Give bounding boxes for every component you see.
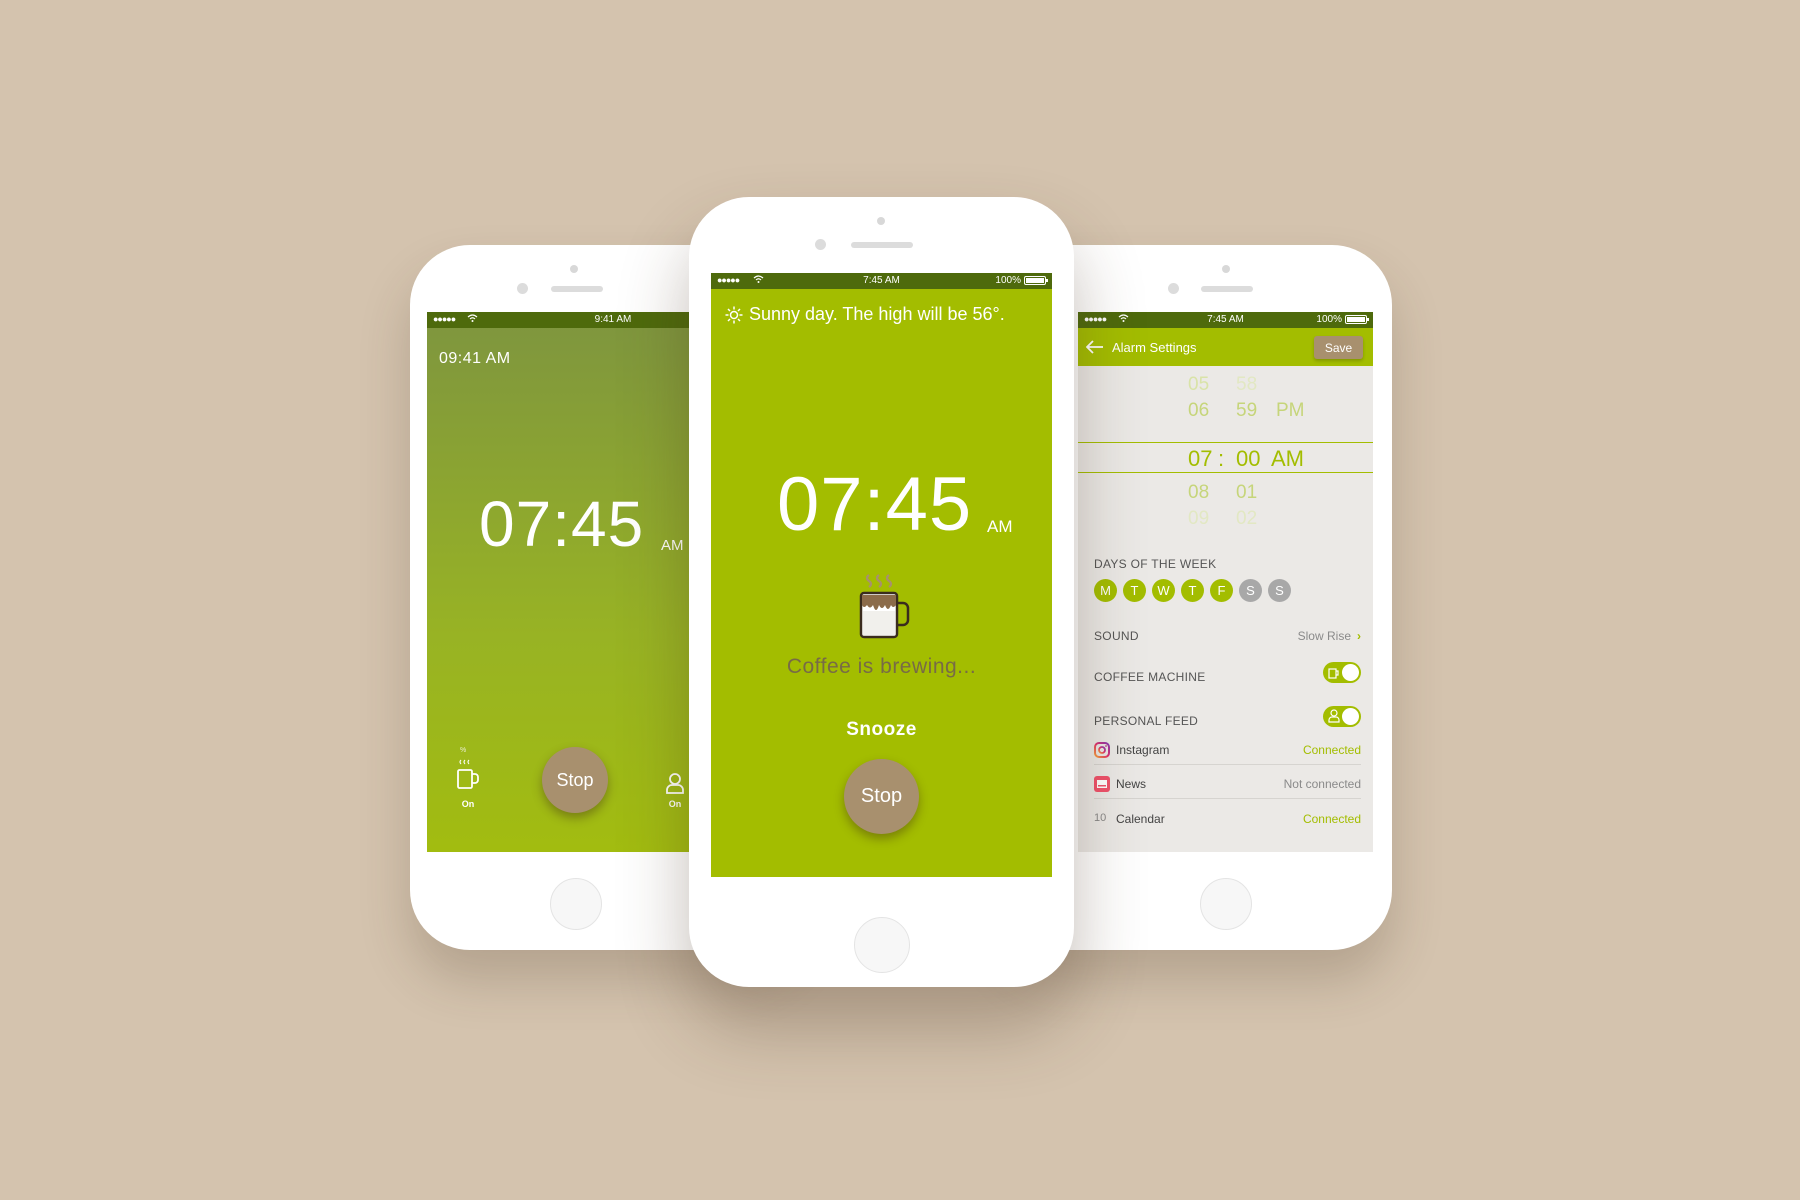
picker-minute: 02 <box>1236 508 1258 529</box>
alarm-time: 07:45 <box>777 462 973 547</box>
calendar-icon: 10 <box>1094 812 1107 824</box>
picker-selection-frame <box>1078 442 1373 473</box>
stop-button[interactable]: Stop <box>542 747 608 813</box>
instagram-icon <box>1094 742 1110 758</box>
save-button[interactable]: Save <box>1314 336 1363 359</box>
picker-ampm: PM <box>1276 400 1305 421</box>
picker-hour: 08 <box>1188 482 1210 503</box>
battery-icon <box>1024 276 1048 285</box>
picker-hour: 05 <box>1188 374 1210 395</box>
coffee-brewing-screen: ●●●●● 7:45 AM 100% Sunny day. The high w… <box>711 273 1052 877</box>
selected-ampm: AM <box>1271 446 1304 471</box>
earpiece-speaker <box>551 286 603 292</box>
day-toggle-saturday[interactable]: S <box>1239 579 1262 602</box>
day-toggle-friday[interactable]: F <box>1210 579 1233 602</box>
battery-indicator: 100% <box>1316 314 1369 325</box>
stop-button[interactable]: Stop <box>844 759 919 834</box>
home-button[interactable] <box>854 917 910 973</box>
camera-dot <box>877 217 885 225</box>
coffee-cup-icon <box>1328 665 1340 679</box>
phone-center: ●●●●● 7:45 AM 100% Sunny day. The high w… <box>689 197 1074 987</box>
feed-item-calendar[interactable]: 10 Calendar Connected <box>1094 804 1361 834</box>
front-camera <box>517 283 528 294</box>
front-camera <box>1168 283 1179 294</box>
selected-hour: 07 <box>1188 446 1213 471</box>
toggle-knob <box>1342 664 1359 681</box>
user-icon <box>1328 709 1340 723</box>
snooze-button[interactable]: Snooze <box>711 719 1052 741</box>
feed-status: Connected <box>1302 812 1361 826</box>
picker-minute: 01 <box>1236 482 1258 503</box>
battery-indicator: 100% <box>995 275 1048 286</box>
sound-setting[interactable]: Slow Rise › <box>1298 629 1361 643</box>
weather-banner: Sunny day. The high will be 56°. <box>725 304 1005 325</box>
back-arrow-icon[interactable] <box>1085 340 1104 354</box>
sound-value: Slow Rise <box>1297 629 1351 643</box>
picker-minute: 59 <box>1236 400 1258 421</box>
percent-mark: % <box>460 747 467 754</box>
brewing-status: Coffee is brewing... <box>786 655 977 678</box>
feed-name: News <box>1116 777 1147 791</box>
day-toggle-tuesday[interactable]: T <box>1123 579 1146 602</box>
personal-feed-toggle[interactable] <box>1323 706 1361 727</box>
alarm-ampm: AM <box>987 517 1013 536</box>
personal-feed-label: PERSONAL FEED <box>1094 714 1199 728</box>
camera-dot <box>1222 265 1230 273</box>
coffee-cup-icon[interactable] <box>455 758 481 794</box>
weather-text: Sunny day. The high will be 56°. <box>749 304 1005 324</box>
coffee-machine-label: COFFEE MACHINE <box>1094 670 1206 684</box>
settings-header: Alarm Settings Save <box>1078 328 1373 366</box>
earpiece-speaker <box>1201 286 1253 292</box>
picker-hour: 09 <box>1188 508 1210 529</box>
news-icon <box>1094 776 1110 792</box>
sound-label: SOUND <box>1094 629 1139 643</box>
battery-percent: 100% <box>1316 314 1342 325</box>
alarm-settings-screen: ●●●●● 7:45 AM 100% Alarm Settings Save 0… <box>1078 312 1373 852</box>
feed-item-news[interactable]: News Not connected <box>1094 769 1361 799</box>
feed-item-instagram[interactable]: Instagram Connected <box>1094 735 1361 765</box>
feed-name: Instagram <box>1116 743 1170 757</box>
picker-minute: 58 <box>1236 374 1258 395</box>
chevron-right-icon: › <box>1357 629 1361 643</box>
selected-minute: 00 <box>1236 446 1261 471</box>
front-camera <box>815 239 826 250</box>
user-icon[interactable] <box>665 772 685 794</box>
selected-separator: : <box>1218 446 1225 471</box>
day-toggle-wednesday[interactable]: W <box>1152 579 1175 602</box>
current-time: 09:41 AM <box>439 350 511 367</box>
coffee-machine-toggle[interactable] <box>1323 662 1361 683</box>
battery-icon <box>1345 315 1369 324</box>
day-toggle-thursday[interactable]: T <box>1181 579 1204 602</box>
home-button[interactable] <box>550 878 602 930</box>
sun-icon <box>725 306 743 324</box>
feed-status: Connected <box>1302 743 1361 757</box>
battery-percent: 100% <box>995 275 1021 286</box>
status-bar: ●●●●● 7:45 AM 100% <box>711 273 1052 289</box>
earpiece-speaker <box>851 242 913 248</box>
day-toggle-sunday[interactable]: S <box>1268 579 1291 602</box>
camera-dot <box>570 265 578 273</box>
status-bar: ●●●●● 7:45 AM 100% <box>1078 312 1373 328</box>
toggle-knob <box>1342 708 1359 725</box>
days-of-week-label: DAYS OF THE WEEK <box>1094 557 1217 571</box>
alarm-ampm: AM <box>661 537 684 554</box>
feed-name: Calendar <box>1116 812 1165 826</box>
picker-hour: 06 <box>1188 400 1210 421</box>
home-button[interactable] <box>1200 878 1252 930</box>
coffee-status-label: On <box>461 799 475 809</box>
feed-status: Not connected <box>1283 777 1361 791</box>
day-toggle-monday[interactable]: M <box>1094 579 1117 602</box>
coffee-mug-icon <box>855 571 915 645</box>
feed-status-label: On <box>668 799 682 809</box>
alarm-time: 07:45 <box>479 488 645 560</box>
page-title: Alarm Settings <box>1112 340 1197 355</box>
